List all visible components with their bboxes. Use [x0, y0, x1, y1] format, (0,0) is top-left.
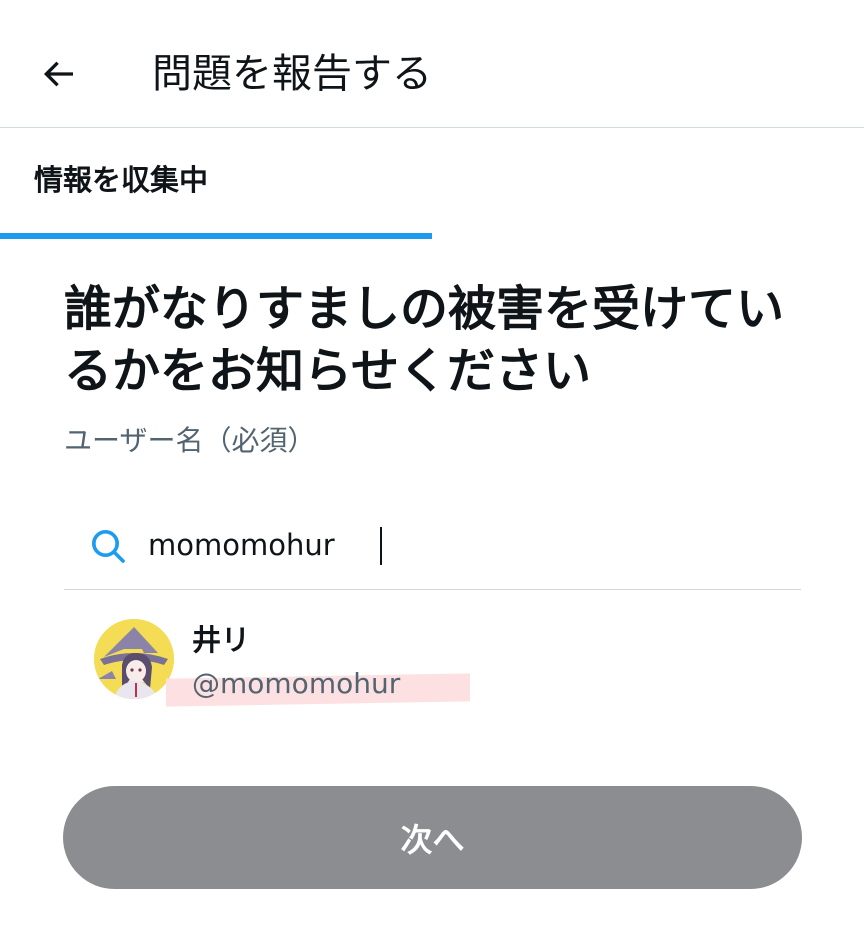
progress-bar-fill	[0, 233, 432, 239]
avatar	[94, 619, 174, 699]
search-input[interactable]	[148, 520, 768, 570]
text-caret	[380, 527, 382, 565]
search-icon	[92, 530, 125, 563]
back-button[interactable]	[28, 44, 88, 104]
arrow-left-icon	[43, 61, 73, 87]
next-button[interactable]: 次へ	[63, 786, 802, 889]
username-field-label: ユーザー名（必須）	[64, 424, 316, 457]
result-handle: @momomohur	[192, 667, 401, 700]
search-result-item[interactable]: 井リ @momomohur	[64, 600, 801, 718]
progress-label: 情報を収集中	[34, 163, 209, 197]
progress-bar	[0, 233, 864, 239]
search-box	[64, 500, 801, 590]
page-title: 問題を報告する	[152, 51, 432, 97]
header: 問題を報告する	[0, 0, 864, 128]
result-display-name: 井リ	[192, 623, 251, 657]
question-title: 誰がなりすましの被害を受けているかをお知らせください	[64, 281, 785, 399]
